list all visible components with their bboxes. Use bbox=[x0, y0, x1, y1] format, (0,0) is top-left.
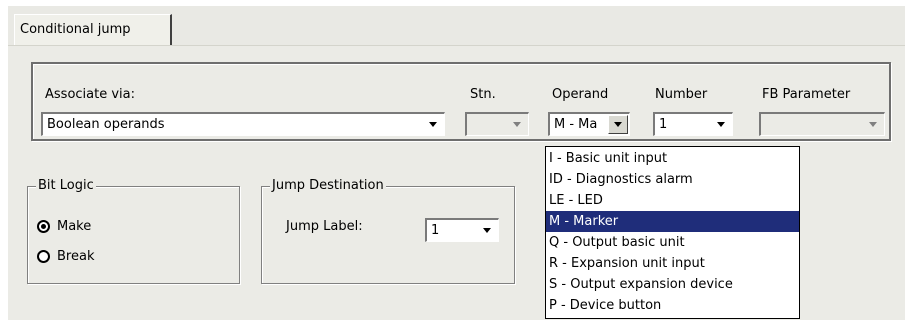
tab-strip: Conditional jump bbox=[8, 6, 905, 47]
operand-option[interactable]: P - Device button bbox=[546, 295, 799, 316]
bit-logic-title: Bit Logic bbox=[36, 178, 96, 193]
associate-via-select[interactable]: Boolean operands bbox=[41, 112, 445, 136]
operand-option[interactable]: R - Expansion unit input bbox=[546, 253, 799, 274]
operand-option[interactable]: Q - Output basic unit bbox=[546, 232, 799, 253]
operand-option[interactable]: ID - Diagnostics alarm bbox=[546, 169, 799, 190]
make-radio[interactable]: Make bbox=[37, 219, 91, 234]
chevron-down-icon[interactable] bbox=[423, 115, 443, 134]
associate-via-value: Boolean operands bbox=[47, 117, 165, 132]
station-select[interactable] bbox=[465, 112, 529, 136]
break-radio[interactable]: Break bbox=[37, 249, 94, 264]
break-label: Break bbox=[57, 249, 95, 264]
make-label: Make bbox=[57, 219, 92, 234]
station-label: Stn. bbox=[470, 87, 496, 102]
association-frame: Associate via: Boolean operands Stn. Ope… bbox=[31, 62, 891, 141]
fb-parameter-select[interactable] bbox=[759, 112, 885, 136]
associate-via-label: Associate via: bbox=[45, 87, 135, 102]
operand-option[interactable]: LE - LED bbox=[546, 190, 799, 211]
chevron-down-icon[interactable] bbox=[477, 221, 497, 240]
tab-label: Conditional jump bbox=[20, 22, 131, 37]
chevron-down-icon[interactable] bbox=[711, 115, 731, 134]
operand-option[interactable]: S - Output expansion device bbox=[546, 274, 799, 295]
conditional-jump-dialog: Conditional jump Associate via: Boolean … bbox=[0, 0, 913, 326]
operand-select[interactable]: M - Ma bbox=[548, 112, 630, 136]
number-value: 1 bbox=[659, 117, 668, 132]
operand-label: Operand bbox=[552, 87, 609, 102]
jump-label-value: 1 bbox=[431, 223, 440, 238]
number-select[interactable]: 1 bbox=[653, 112, 733, 136]
radio-checked-icon[interactable] bbox=[37, 220, 50, 233]
jump-label-label: Jump Label: bbox=[286, 219, 363, 234]
operand-option-selected[interactable]: M - Marker bbox=[546, 211, 799, 232]
chevron-down-icon[interactable] bbox=[863, 115, 883, 134]
chevron-down-icon[interactable] bbox=[507, 115, 527, 134]
tab-conditional-jump[interactable]: Conditional jump bbox=[14, 14, 172, 47]
jump-destination-group: Jump Destination Jump Label: 1 bbox=[261, 178, 515, 284]
operand-value: M - Ma bbox=[554, 117, 598, 132]
operand-dropdown-list: I - Basic unit input ID - Diagnostics al… bbox=[545, 146, 800, 319]
chevron-down-icon[interactable] bbox=[608, 115, 628, 134]
fb-parameter-label: FB Parameter bbox=[762, 87, 851, 102]
radio-unchecked-icon[interactable] bbox=[37, 250, 50, 263]
bit-logic-group: Bit Logic Make Break bbox=[27, 178, 240, 284]
jump-label-select[interactable]: 1 bbox=[425, 218, 499, 242]
jump-destination-title: Jump Destination bbox=[270, 178, 386, 193]
operand-option[interactable]: I - Basic unit input bbox=[546, 148, 799, 169]
number-label: Number bbox=[655, 87, 708, 102]
